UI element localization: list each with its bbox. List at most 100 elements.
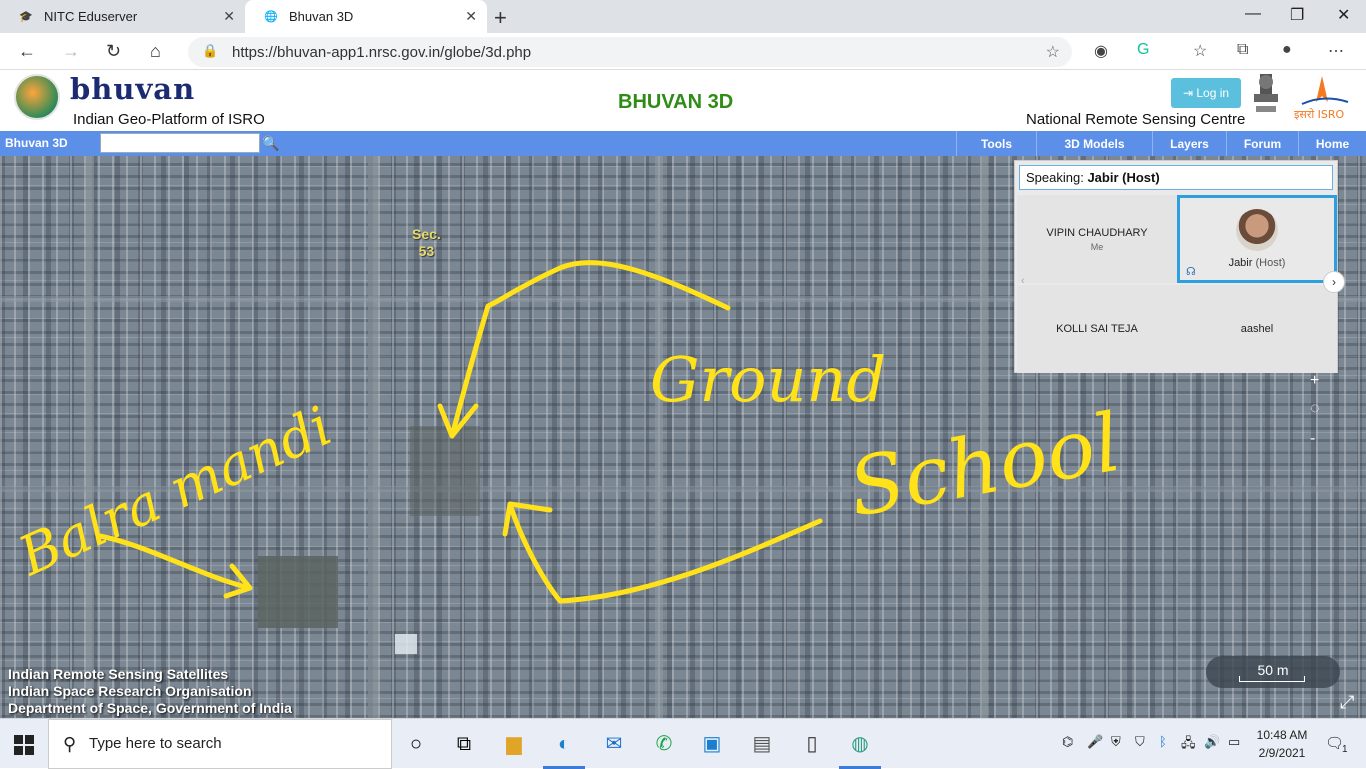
camera-tray-icon[interactable]: ⌬ — [1062, 734, 1073, 750]
file-explorer-icon[interactable]: ▆ — [501, 731, 527, 757]
bhuvan-favicon-icon: 🌐 — [264, 11, 278, 23]
back-icon[interactable]: ← — [18, 41, 36, 62]
annotation-arrow-school — [507, 501, 823, 604]
menu-tools[interactable]: Tools — [956, 131, 1036, 156]
participant-sub: Me — [1090, 241, 1104, 252]
battery-icon[interactable]: ▭ — [1228, 734, 1240, 750]
search-icon[interactable]: 🔍 — [262, 135, 279, 152]
browser-tab-strip: 🎓 NITC Eduserver ✕ 🌐 Bhuvan 3D ✕ + — ❐ ✕ — [0, 0, 1366, 33]
microphone-icon[interactable]: 🎤 — [1087, 734, 1103, 750]
moodle-icon: 🎓 — [19, 11, 33, 23]
windows-start-icon[interactable] — [14, 735, 34, 755]
grammarly-icon[interactable]: G — [1137, 41, 1149, 59]
network-icon[interactable]: 🖧 — [1181, 734, 1196, 756]
url-text: https://bhuvan-app1.nrsc.gov.in/globe/3d… — [232, 44, 532, 61]
login-label: Log in — [1196, 86, 1230, 100]
main-menu-bar: Bhuvan 3D 🔍 Tools 3D Models Layers Forum… — [0, 131, 1366, 156]
credit-line: Indian Space Research Organisation — [8, 683, 252, 699]
cortana-icon[interactable]: ○ — [403, 731, 429, 757]
meeting-panel: Speaking: Jabir (Host) VIPIN CHAUDHARY M… — [1014, 160, 1345, 373]
tab-nitc-eduserver[interactable]: 🎓 NITC Eduserver ✕ — [0, 0, 245, 33]
meeting-app-icon[interactable]: ◍ — [839, 731, 881, 769]
lock-icon[interactable]: 🔒 — [202, 43, 218, 59]
zoom-out-icon[interactable]: - — [1310, 430, 1315, 448]
collections-icon[interactable]: ⧉ — [1237, 41, 1248, 59]
bhuvan-logo[interactable] — [14, 74, 60, 120]
reset-view-icon[interactable]: ◌ — [1310, 400, 1320, 418]
imagery-credit: Indian Remote Sensing Satellites Indian … — [8, 666, 292, 717]
close-tab-icon[interactable]: ✕ — [465, 8, 477, 25]
participant-tile[interactable]: VIPIN CHAUDHARY Me — [1017, 195, 1177, 283]
participant-name: Jabir — [1228, 257, 1253, 269]
menu-home[interactable]: Home — [1298, 131, 1366, 156]
clock-date: 2/9/2021 — [1258, 746, 1306, 760]
menu-forum[interactable]: Forum — [1226, 131, 1298, 156]
taskbar-search-placeholder: Type here to search — [89, 735, 222, 752]
login-button[interactable]: ⇥ Log in — [1171, 78, 1241, 108]
fullscreen-icon[interactable]: ⤢ — [1340, 692, 1354, 713]
close-window-button[interactable]: ✕ — [1337, 5, 1350, 25]
page-title: BHUVAN 3D — [618, 91, 734, 113]
whatsapp-icon[interactable]: ✆ — [651, 731, 677, 757]
speaking-indicator: Speaking: Jabir (Host) — [1019, 165, 1333, 190]
place-search-input[interactable] — [100, 133, 260, 153]
security-icon[interactable]: ⛨ — [1111, 734, 1121, 750]
minimize-button[interactable]: — — [1245, 5, 1261, 23]
credit-line: Indian Remote Sensing Satellites — [8, 666, 229, 682]
audio-icon: ☊ — [1186, 266, 1196, 278]
favorite-icon[interactable]: ☆ — [1046, 42, 1060, 62]
login-icon: ⇥ — [1182, 86, 1197, 100]
clock-time: 10:48 AM — [1256, 728, 1308, 742]
photos-icon[interactable]: ▤ — [749, 731, 775, 757]
windows-taskbar: ⚲ Type here to search ○ ⧉ ▆ ◐ ✉ ✆ ▣ ▤ ▯ … — [0, 718, 1366, 769]
chevron-left-icon[interactable]: ‹ — [1021, 275, 1025, 287]
notification-count: 1 — [1342, 744, 1348, 755]
tagline: Indian Geo-Platform of ISRO — [73, 111, 265, 128]
menu-brand[interactable]: Bhuvan 3D — [5, 136, 68, 150]
participant-tile[interactable]: aashel — [1177, 285, 1337, 373]
tab-title: NITC Eduserver — [44, 9, 138, 24]
network-shield-icon[interactable]: ⛉ — [1135, 734, 1145, 750]
search-icon: ⚲ — [63, 734, 77, 754]
logo-text: bhuvan — [70, 72, 196, 106]
profile-icon[interactable]: ● — [1282, 41, 1292, 59]
store-icon[interactable]: ▣ — [699, 731, 725, 757]
phone-link-icon[interactable]: ▯ — [799, 731, 825, 757]
scale-bar-line — [1239, 676, 1305, 682]
home-icon[interactable]: ⌂ — [150, 41, 161, 62]
participant-name: VIPIN CHAUDHARY — [1046, 226, 1148, 239]
speaking-label: Speaking: — [1026, 170, 1084, 185]
tab-bhuvan-3d[interactable]: 🌐 Bhuvan 3D ✕ — [245, 0, 487, 33]
mail-icon[interactable]: ✉ — [601, 731, 627, 757]
menu-3d-models[interactable]: 3D Models — [1036, 131, 1152, 156]
refresh-icon[interactable]: ↻ — [106, 41, 121, 62]
volume-icon[interactable]: 🔊 — [1204, 734, 1220, 750]
participant-tile[interactable]: KOLLI SAI TEJA — [1017, 285, 1177, 373]
participant-tile-active[interactable]: Jabir (Host) ☊ — [1177, 195, 1337, 283]
participant-sub: (Host) — [1255, 257, 1286, 269]
browser-toolbar: ← → ↻ ⌂ 🔒 https://bhuvan-app1.nrsc.gov.i… — [0, 33, 1366, 70]
close-tab-icon[interactable]: ✕ — [223, 8, 235, 25]
new-tab-button[interactable]: + — [494, 5, 507, 31]
credit-line: Department of Space, Government of India — [8, 700, 292, 716]
system-clock[interactable]: 10:48 AM 2/9/2021 — [1252, 726, 1312, 762]
restore-button[interactable]: ❐ — [1290, 5, 1304, 25]
speaking-name: Jabir (Host) — [1087, 170, 1160, 185]
org-name: National Remote Sensing Centre — [1026, 111, 1246, 128]
taskbar-search-box[interactable]: ⚲ Type here to search — [48, 719, 392, 769]
extension-icon[interactable]: ◉ — [1094, 41, 1108, 61]
bluetooth-icon[interactable]: ᛒ — [1159, 734, 1167, 749]
favorites-icon[interactable]: ☆ — [1193, 41, 1207, 61]
isro-text: इसरो ISRO — [1294, 108, 1345, 121]
chevron-right-icon[interactable]: › — [1323, 271, 1345, 293]
scale-bar: 50 m — [1206, 656, 1340, 688]
menu-layers[interactable]: Layers — [1152, 131, 1226, 156]
site-header: bhuvan Indian Geo-Platform of ISRO BHUVA… — [0, 70, 1366, 131]
forward-icon[interactable]: → — [62, 41, 80, 62]
address-bar[interactable]: 🔒 https://bhuvan-app1.nrsc.gov.in/globe/… — [188, 37, 1072, 67]
edge-browser-icon[interactable]: ◐ — [543, 731, 585, 769]
annotation-ground: Ground — [650, 343, 886, 416]
zoom-in-icon[interactable]: + — [1310, 372, 1319, 390]
task-view-icon[interactable]: ⧉ — [451, 731, 477, 757]
more-icon[interactable]: ⋯ — [1328, 41, 1344, 61]
